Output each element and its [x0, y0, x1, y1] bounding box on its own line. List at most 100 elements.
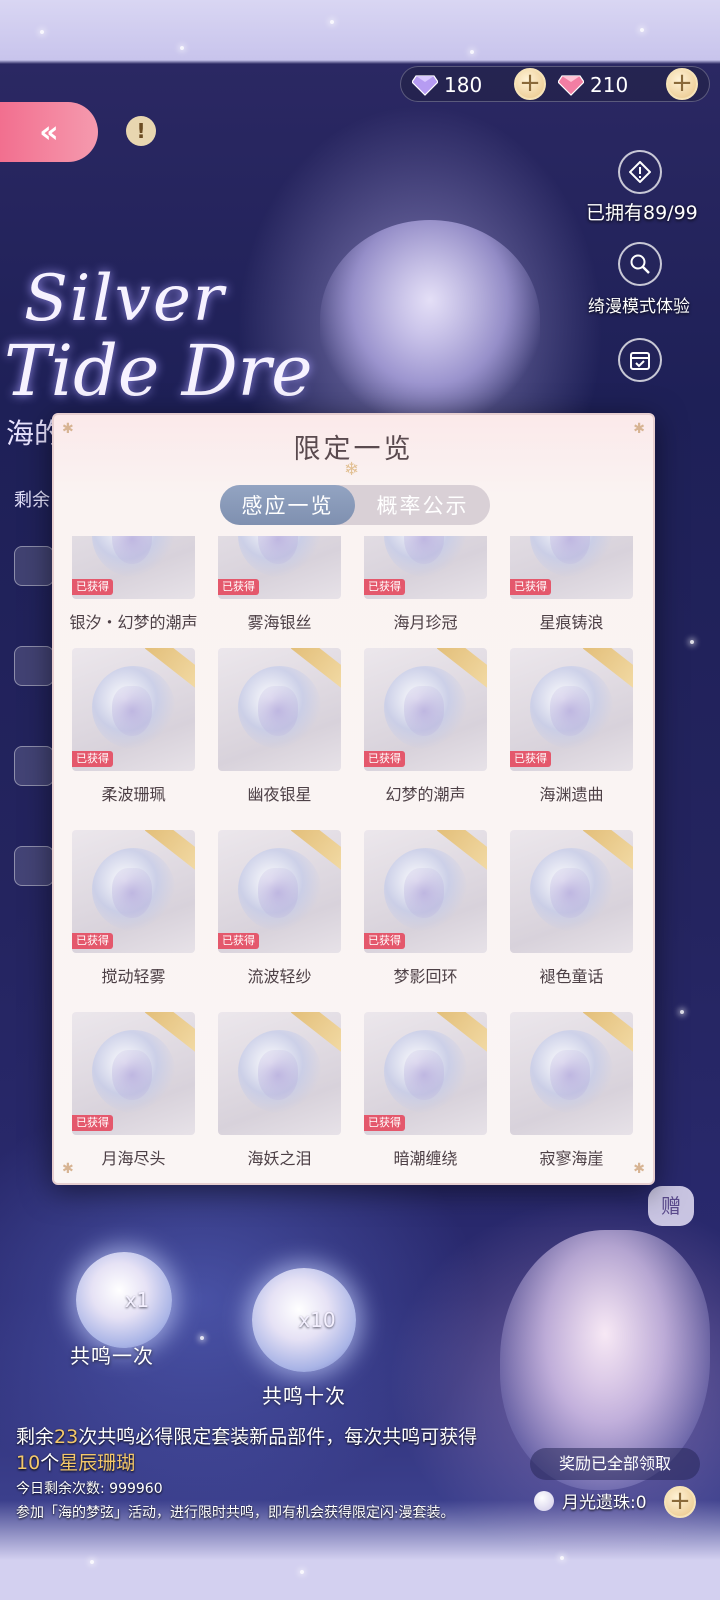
item-cell[interactable]: 已获得银汐・幻梦的潮声	[69, 536, 198, 632]
add-purple-gems-button[interactable]: +	[514, 68, 546, 100]
owned-badge: 已获得	[364, 933, 405, 949]
item-cell[interactable]: 褪色童话	[510, 830, 633, 986]
resonate-ten-label: 共鸣十次	[262, 1384, 346, 1408]
owned-badge: 已获得	[510, 751, 551, 767]
back-button[interactable]: «	[0, 102, 98, 162]
owned-badge: 已获得	[218, 579, 259, 595]
item-name: 幽夜银星	[247, 785, 312, 804]
add-pink-gems-button[interactable]: +	[666, 68, 698, 100]
item-cell[interactable]: 已获得 梦影回环	[364, 830, 487, 986]
sparkle	[560, 1556, 564, 1560]
item-cell[interactable]: 已获得流波轻纱	[218, 830, 341, 986]
owned-badge: 已获得	[72, 933, 113, 949]
event-title-line2: Tide Dre	[4, 330, 313, 412]
owned-badge: 已获得	[218, 933, 259, 949]
card-pack-icon[interactable]	[14, 546, 54, 586]
owned-badge: 已获得	[510, 579, 551, 595]
item-cell[interactable]: 已获得雾海银丝	[218, 536, 341, 632]
item-art-detail	[550, 1050, 590, 1100]
experience-button[interactable]	[618, 242, 662, 286]
item-name: 幻梦的潮声	[385, 785, 466, 804]
purple-gem-count: 180	[444, 73, 483, 97]
tab-probability[interactable]: 概率公示	[355, 485, 490, 525]
item-thumbnail: 已获得	[510, 536, 633, 599]
resonate-ten-button[interactable]: x10	[252, 1268, 356, 1372]
item-name: 流波轻纱	[247, 967, 312, 986]
item-name: 雾海银丝	[247, 613, 312, 632]
item-cell[interactable]: 已获得搅动轻雾	[72, 830, 195, 986]
item-art-detail	[112, 686, 152, 736]
item-thumbnail	[218, 1012, 341, 1135]
moonlight-pearl-counter: 月光遗珠:0	[534, 1488, 647, 1513]
guarantee-info: 剩余23次共鸣必得限定套装新品部件，每次共鸣可获得 10个星辰珊瑚	[16, 1424, 496, 1476]
pink-diamond-icon	[558, 75, 584, 96]
sparkle	[690, 640, 694, 644]
item-thumbnail	[218, 648, 341, 771]
purple-currency: 180	[412, 70, 482, 100]
item-thumbnail: 已获得	[510, 648, 633, 771]
item-thumbnail: 已获得	[72, 536, 195, 599]
pearl-icon	[534, 1490, 554, 1511]
owned-count-label: 已拥有89/99	[586, 202, 698, 224]
owned-badge: 已获得	[364, 579, 405, 595]
tab-sensing-overview[interactable]: 感应一览	[220, 485, 355, 525]
modal-tabs: 感应一览 概率公示	[220, 485, 490, 525]
activity-note: 参加「海的梦弦」活动，进行限时共鸣，即有机会获得限定闪·漫套装。	[16, 1505, 455, 1521]
info-part1: 剩余	[16, 1426, 55, 1448]
item-art-detail	[550, 686, 590, 736]
purple-diamond-icon	[412, 75, 438, 96]
item-name: 海渊遗曲	[539, 785, 604, 804]
item-cell[interactable]: 寂寥海崖	[510, 1012, 633, 1168]
add-pearl-button[interactable]: +	[664, 1486, 696, 1518]
gift-badge[interactable]: 赠	[648, 1186, 694, 1226]
item-name: 月海尽头	[101, 1149, 166, 1168]
item-cell[interactable]: 已获得星痕铸浪	[510, 536, 633, 632]
item-art-detail	[550, 868, 590, 918]
calendar-button[interactable]	[618, 338, 662, 382]
sparkle	[470, 50, 474, 54]
collection-button[interactable]	[618, 150, 662, 194]
item-art-detail	[258, 1050, 298, 1100]
coral-icon[interactable]	[14, 746, 54, 786]
pink-currency: 210	[558, 70, 628, 100]
item-cell[interactable]: 已获得海月珍冠	[364, 536, 487, 632]
info-coral-name: 星辰珊瑚	[59, 1452, 136, 1474]
item-cell[interactable]: 已获得 柔波珊珮	[72, 648, 195, 804]
heroine-illustration	[320, 220, 540, 420]
item-art-detail	[258, 868, 298, 918]
resonate-once-button[interactable]: x1	[76, 1252, 172, 1348]
sparkle	[330, 20, 334, 24]
item-thumbnail: 已获得	[364, 536, 487, 599]
experience-label: 绮漫模式体验	[588, 297, 690, 317]
gift-box-icon[interactable]	[14, 846, 54, 886]
item-cell[interactable]: 幽夜银星	[218, 648, 341, 804]
sparkle	[90, 1560, 94, 1564]
owned-badge: 已获得	[72, 751, 113, 767]
info-button[interactable]: !	[126, 116, 156, 146]
item-art-detail	[112, 868, 152, 918]
item-thumbnail: 已获得	[364, 830, 487, 953]
item-art-detail	[404, 1050, 444, 1100]
snowflake-icon: ❄	[344, 459, 360, 480]
item-cell[interactable]: 海妖之泪	[218, 1012, 341, 1168]
item-cell[interactable]: 已获得 幻梦的潮声	[364, 648, 487, 804]
item-name: 海月珍冠	[393, 613, 458, 632]
shell-icon[interactable]	[14, 646, 54, 686]
item-cell[interactable]: 已获得 月海尽头	[72, 1012, 195, 1168]
magnifier-icon	[630, 254, 650, 274]
item-cell[interactable]: 已获得 暗潮缠绕	[364, 1012, 487, 1168]
item-name: 海妖之泪	[247, 1149, 312, 1168]
item-thumbnail: 已获得	[218, 830, 341, 953]
item-cell[interactable]: 已获得海渊遗曲	[510, 648, 633, 804]
item-thumbnail: 已获得	[364, 1012, 487, 1135]
rewards-claimed-button[interactable]: 奖励已全部领取	[530, 1448, 700, 1480]
item-name: 搅动轻雾	[101, 967, 166, 986]
sparkle	[40, 30, 44, 34]
item-thumbnail: 已获得	[72, 1012, 195, 1135]
item-thumbnail: 已获得	[72, 648, 195, 771]
item-name: 星痕铸浪	[539, 613, 604, 632]
item-name: 银汐・幻梦的潮声	[69, 613, 198, 632]
info-coral-count: 10	[16, 1452, 41, 1474]
remaining-prefix: 剩余	[14, 490, 50, 511]
item-name: 暗潮缠绕	[393, 1149, 458, 1168]
